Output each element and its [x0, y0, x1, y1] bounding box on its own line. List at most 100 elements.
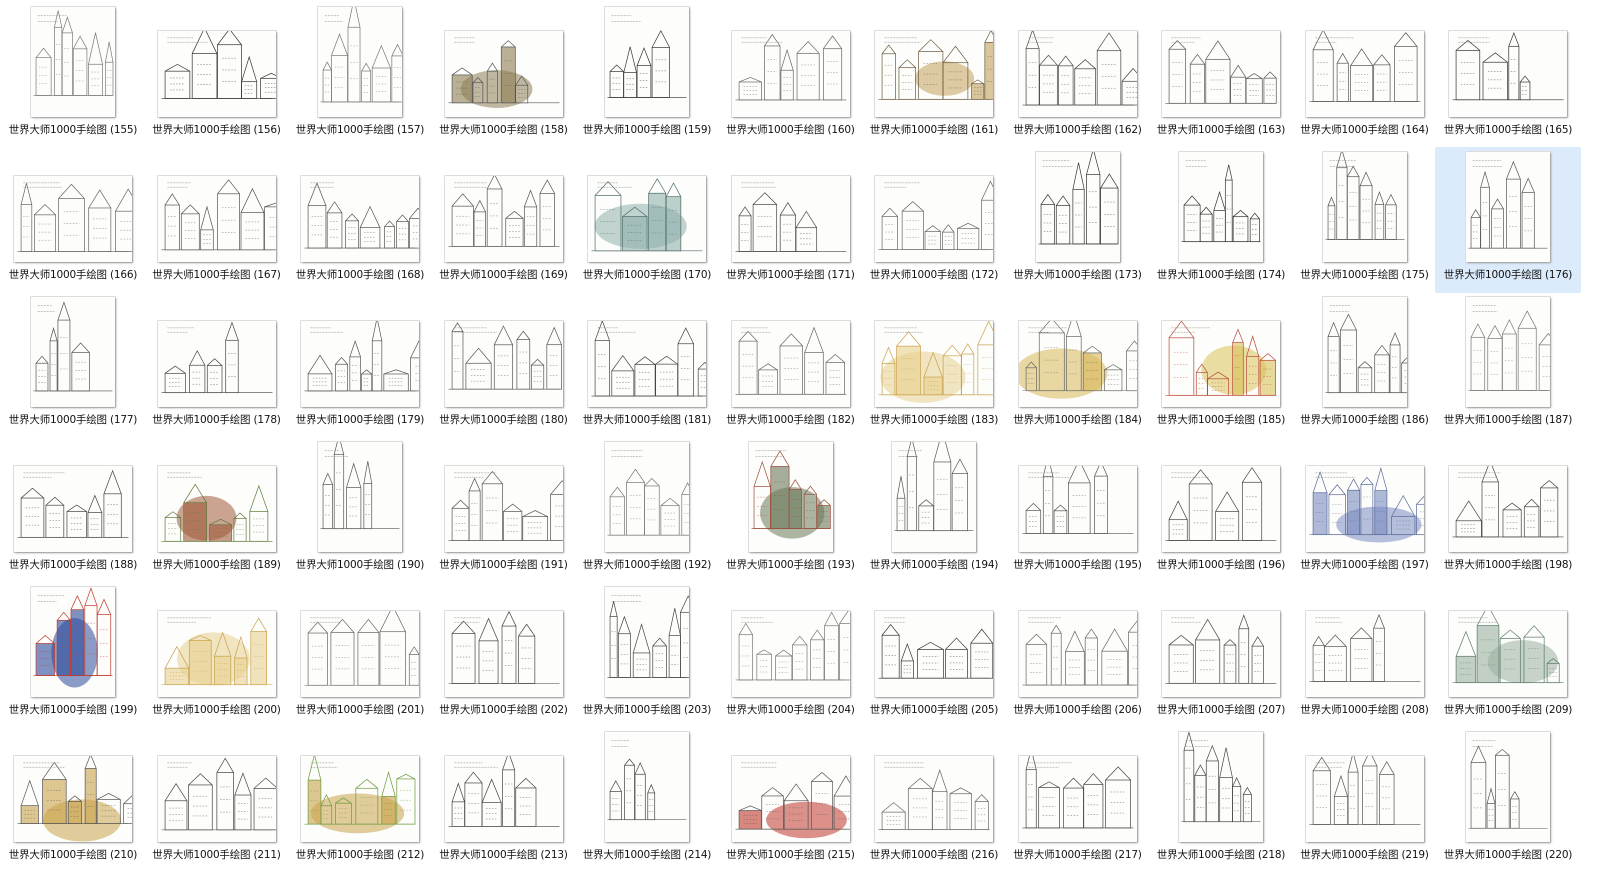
file-tile[interactable]: 世界大师1000手绘图 (196) — [1148, 437, 1294, 583]
image-thumbnail[interactable] — [444, 756, 563, 842]
image-thumbnail[interactable] — [1162, 321, 1280, 407]
image-thumbnail[interactable] — [1305, 31, 1424, 117]
file-tile[interactable]: 世界大师1000手绘图 (173) — [1005, 147, 1151, 293]
image-thumbnail[interactable] — [157, 31, 276, 117]
file-tile[interactable]: 世界大师1000手绘图 (211) — [144, 727, 290, 873]
file-tile[interactable]: 世界大师1000手绘图 (156) — [144, 2, 290, 148]
image-thumbnail[interactable] — [731, 321, 850, 407]
file-tile[interactable]: 世界大师1000手绘图 (175) — [1292, 147, 1438, 293]
image-thumbnail[interactable] — [31, 7, 115, 117]
file-tile[interactable]: 世界大师1000手绘图 (186) — [1292, 292, 1438, 438]
image-thumbnail[interactable] — [1466, 732, 1550, 842]
file-tile[interactable]: 世界大师1000手绘图 (197) — [1292, 437, 1438, 583]
file-tile[interactable]: 世界大师1000手绘图 (207) — [1148, 582, 1294, 728]
image-thumbnail[interactable] — [1305, 466, 1424, 552]
image-thumbnail[interactable] — [1162, 466, 1280, 552]
image-thumbnail[interactable] — [1179, 732, 1263, 842]
file-tile[interactable]: 世界大师1000手绘图 (209) — [1435, 582, 1581, 728]
file-tile[interactable]: 世界大师1000手绘图 (184) — [1005, 292, 1151, 438]
image-thumbnail[interactable] — [1466, 152, 1550, 262]
image-thumbnail[interactable] — [1305, 611, 1424, 697]
image-thumbnail[interactable] — [444, 611, 563, 697]
file-tile[interactable]: 世界大师1000手绘图 (169) — [431, 147, 577, 293]
image-thumbnail[interactable] — [1018, 756, 1137, 842]
image-thumbnail[interactable] — [731, 31, 850, 117]
image-thumbnail[interactable] — [748, 442, 833, 552]
image-thumbnail[interactable] — [1322, 297, 1407, 407]
image-thumbnail[interactable] — [31, 587, 115, 697]
file-tile[interactable]: 世界大师1000手绘图 (190) — [287, 437, 433, 583]
image-thumbnail[interactable] — [1018, 466, 1137, 552]
file-tile[interactable]: 世界大师1000手绘图 (206) — [1005, 582, 1151, 728]
file-tile[interactable]: 世界大师1000手绘图 (189) — [144, 437, 290, 583]
file-tile[interactable]: 世界大师1000手绘图 (220) — [1435, 727, 1581, 873]
image-thumbnail[interactable] — [605, 587, 689, 697]
image-thumbnail[interactable] — [14, 466, 132, 552]
file-tile[interactable]: 世界大师1000手绘图 (171) — [718, 147, 864, 293]
file-tile[interactable]: 世界大师1000手绘图 (168) — [287, 147, 433, 293]
image-thumbnail[interactable] — [301, 756, 419, 842]
file-tile[interactable]: 世界大师1000手绘图 (166) — [0, 147, 146, 293]
file-tile[interactable]: 世界大师1000手绘图 (180) — [431, 292, 577, 438]
file-tile[interactable]: 世界大师1000手绘图 (198) — [1435, 437, 1581, 583]
file-tile[interactable]: 世界大师1000手绘图 (181) — [574, 292, 720, 438]
image-thumbnail[interactable] — [1322, 152, 1407, 262]
image-thumbnail[interactable] — [731, 756, 850, 842]
image-thumbnail[interactable] — [1018, 31, 1137, 117]
image-thumbnail[interactable] — [14, 756, 132, 842]
image-thumbnail[interactable] — [605, 442, 689, 552]
file-tile[interactable]: 世界大师1000手绘图 (161) — [861, 2, 1007, 148]
file-tile[interactable]: 世界大师1000手绘图 (163) — [1148, 2, 1294, 148]
file-tile[interactable]: 世界大师1000手绘图 (191) — [431, 437, 577, 583]
image-thumbnail[interactable] — [875, 611, 993, 697]
image-thumbnail[interactable] — [875, 756, 993, 842]
file-tile[interactable]: 世界大师1000手绘图 (218) — [1148, 727, 1294, 873]
image-thumbnail[interactable] — [1179, 152, 1263, 262]
file-tile[interactable]: 世界大师1000手绘图 (185) — [1148, 292, 1294, 438]
image-thumbnail[interactable] — [444, 31, 563, 117]
image-thumbnail[interactable] — [444, 321, 563, 407]
file-tile[interactable]: 世界大师1000手绘图 (214) — [574, 727, 720, 873]
file-tile[interactable]: 世界大师1000手绘图 (160) — [718, 2, 864, 148]
file-tile[interactable]: 世界大师1000手绘图 (193) — [718, 437, 864, 583]
file-tile[interactable]: 世界大师1000手绘图 (205) — [861, 582, 1007, 728]
file-tile[interactable]: 世界大师1000手绘图 (216) — [861, 727, 1007, 873]
file-tile[interactable]: 世界大师1000手绘图 (167) — [144, 147, 290, 293]
image-thumbnail[interactable] — [157, 756, 276, 842]
image-thumbnail[interactable] — [157, 321, 276, 407]
file-tile[interactable]: 世界大师1000手绘图 (204) — [718, 582, 864, 728]
image-thumbnail[interactable] — [318, 7, 402, 117]
file-tile[interactable]: 世界大师1000手绘图 (188) — [0, 437, 146, 583]
file-tile[interactable]: 世界大师1000手绘图 (162) — [1005, 2, 1151, 148]
image-thumbnail[interactable] — [301, 321, 419, 407]
image-thumbnail[interactable] — [875, 31, 993, 117]
file-tile[interactable]: 世界大师1000手绘图 (192) — [574, 437, 720, 583]
file-tile[interactable]: 世界大师1000手绘图 (217) — [1005, 727, 1151, 873]
image-thumbnail[interactable] — [14, 176, 132, 262]
file-tile[interactable]: 世界大师1000手绘图 (219) — [1292, 727, 1438, 873]
file-tile[interactable]: 世界大师1000手绘图 (210) — [0, 727, 146, 873]
image-thumbnail[interactable] — [1162, 31, 1280, 117]
file-tile[interactable]: 世界大师1000手绘图 (182) — [718, 292, 864, 438]
image-thumbnail[interactable] — [157, 176, 276, 262]
image-thumbnail[interactable] — [1449, 31, 1567, 117]
file-tile[interactable]: 世界大师1000手绘图 (208) — [1292, 582, 1438, 728]
image-thumbnail[interactable] — [875, 176, 993, 262]
file-tile[interactable]: 世界大师1000手绘图 (176) — [1435, 147, 1581, 293]
image-thumbnail[interactable] — [1449, 611, 1567, 697]
image-thumbnail[interactable] — [1035, 152, 1120, 262]
image-thumbnail[interactable] — [588, 176, 706, 262]
file-tile[interactable]: 世界大师1000手绘图 (158) — [431, 2, 577, 148]
file-tile[interactable]: 世界大师1000手绘图 (194) — [861, 437, 1007, 583]
image-thumbnail[interactable] — [605, 732, 689, 842]
image-thumbnail[interactable] — [1162, 611, 1280, 697]
image-thumbnail[interactable] — [588, 321, 706, 407]
file-tile[interactable]: 世界大师1000手绘图 (215) — [718, 727, 864, 873]
image-thumbnail[interactable] — [605, 7, 689, 117]
file-tile[interactable]: 世界大师1000手绘图 (200) — [144, 582, 290, 728]
file-tile[interactable]: 世界大师1000手绘图 (183) — [861, 292, 1007, 438]
file-tile[interactable]: 世界大师1000手绘图 (165) — [1435, 2, 1581, 148]
file-tile[interactable]: 世界大师1000手绘图 (170) — [574, 147, 720, 293]
file-tile[interactable]: 世界大师1000手绘图 (213) — [431, 727, 577, 873]
image-thumbnail[interactable] — [157, 466, 276, 552]
